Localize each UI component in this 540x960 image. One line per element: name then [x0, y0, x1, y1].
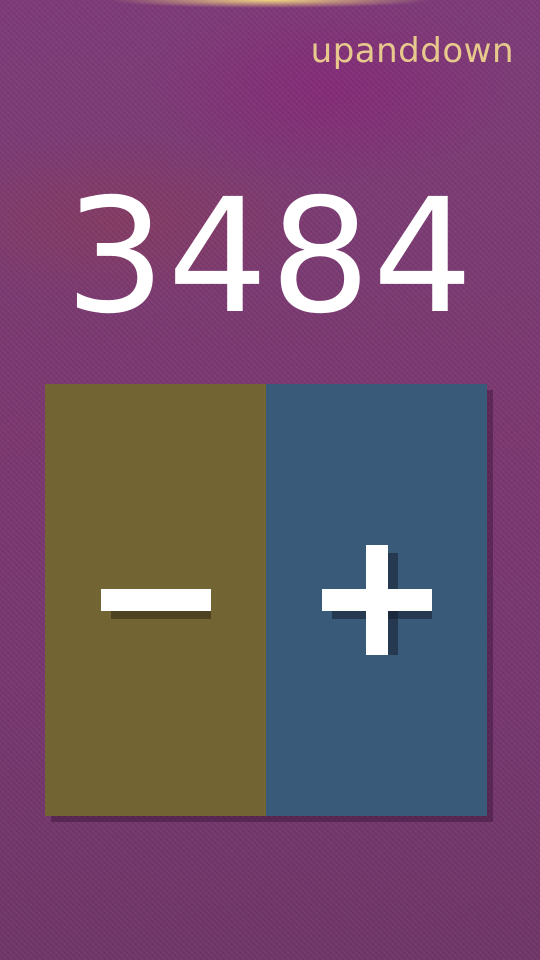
minus-icon	[100, 589, 211, 619]
increment-button[interactable]	[266, 384, 487, 816]
counter-controls	[45, 384, 487, 816]
app-title: upanddown	[310, 31, 514, 71]
decrement-button[interactable]	[45, 384, 266, 816]
counter-value: 3484	[64, 165, 476, 349]
top-glow	[0, 0, 540, 12]
plus-icon	[321, 545, 432, 655]
